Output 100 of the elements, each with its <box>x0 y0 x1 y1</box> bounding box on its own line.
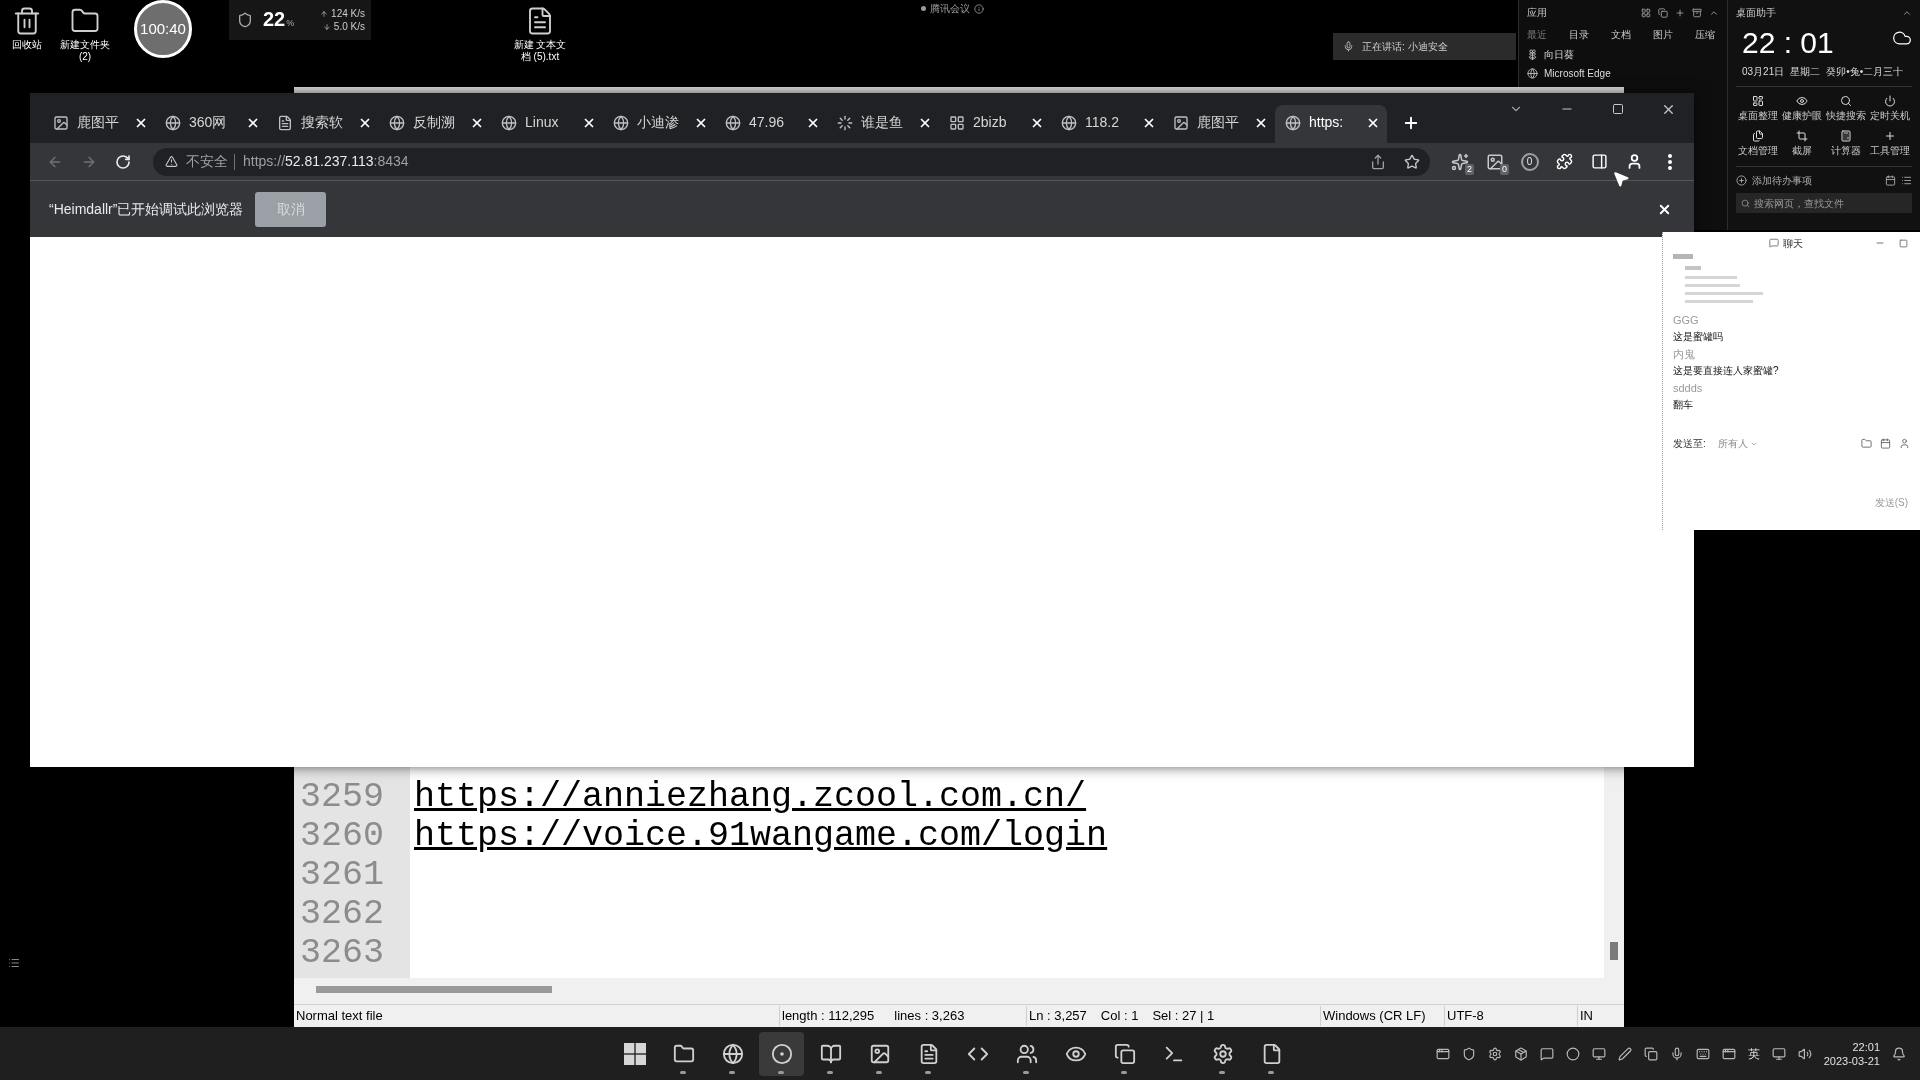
calculator-icon <box>1840 130 1852 142</box>
image-icon <box>1485 152 1504 171</box>
desktop-shortcut[interactable]: 新建文件夹 (2) <box>54 6 116 63</box>
tool-shortcut[interactable]: 桌面整理 <box>1736 95 1780 122</box>
panel-tab[interactable]: 图片 <box>1653 29 1673 41</box>
panel-tab[interactable]: 最近 <box>1527 29 1547 41</box>
tool-shortcut[interactable]: 工具管理 <box>1868 130 1912 157</box>
input-method-indicator[interactable]: 英 <box>1747 1044 1760 1063</box>
trash-icon <box>12 6 42 36</box>
copy-icon[interactable] <box>1658 7 1668 18</box>
globe-icon <box>1285 114 1301 131</box>
calendar-icon[interactable] <box>1880 438 1891 449</box>
notification-icon[interactable] <box>1892 1046 1906 1061</box>
archive-icon[interactable] <box>1692 7 1702 18</box>
app-list-item[interactable]: 向日葵 <box>1527 47 1719 62</box>
sender-name: GGG <box>1673 313 1700 328</box>
reload-icon <box>115 153 131 170</box>
tool-shortcut[interactable]: 健康护眼 <box>1780 95 1824 122</box>
grid-icon[interactable] <box>1641 7 1651 18</box>
message-text: 翻车 <box>1673 398 1694 412</box>
side-panel-icon <box>1591 153 1608 170</box>
share-icon[interactable] <box>1370 153 1386 170</box>
plus-icon <box>1402 114 1420 132</box>
list-icon[interactable] <box>1901 175 1912 186</box>
upload-speed: 124 K/s <box>331 7 365 20</box>
tool-shortcut[interactable]: 快捷搜索 <box>1824 95 1868 122</box>
image-icon <box>868 1042 891 1065</box>
line-number: 3260 <box>299 817 385 856</box>
shield-icon <box>1461 1046 1476 1061</box>
add-icon <box>1736 175 1747 186</box>
search-field[interactable]: 搜索网页，查找文件 <box>1736 193 1912 213</box>
extension-button[interactable]: 0 <box>1477 146 1512 177</box>
power-icon <box>1884 95 1896 107</box>
speaking-text: 正在讲话: 小迪安全 <box>1362 40 1448 54</box>
files-icon <box>1752 130 1764 142</box>
insert-mode-text: IN <box>1580 1008 1593 1024</box>
chat-icon <box>1768 238 1779 248</box>
lines-text: lines : 3,263 <box>894 1007 965 1026</box>
star-icon[interactable] <box>1404 153 1420 170</box>
scrollbar-thumb[interactable] <box>1610 942 1618 960</box>
globe-icon <box>725 114 741 131</box>
sparkles-icon <box>1450 152 1469 171</box>
line-ending-text: Windows (CR LF) <box>1323 1008 1426 1024</box>
browser-tab[interactable]: 118.2 <box>1051 105 1163 143</box>
file-type-text: Normal text file <box>296 1008 383 1024</box>
plus-icon[interactable] <box>1675 7 1685 18</box>
desktop-shortcut[interactable]: 新建 文本文档 (5).txt <box>511 6 569 63</box>
url-link[interactable]: https://voice.91wangame.com/login <box>414 817 1108 856</box>
panel-tab[interactable]: 文档 <box>1611 29 1631 41</box>
lunar-date-text: 癸卯•兔•二月三十 <box>1826 65 1904 79</box>
globe-icon <box>389 114 405 131</box>
tool-shortcut[interactable]: 截屏 <box>1780 130 1824 157</box>
browser-tab[interactable]: 小迪渗 <box>603 105 715 143</box>
keyboard-icon <box>1695 1046 1710 1061</box>
user-icon[interactable] <box>1899 438 1910 449</box>
browser-tab[interactable]: 360网 <box>155 105 267 143</box>
eye-icon <box>1796 95 1808 107</box>
maximize-icon[interactable] <box>1899 238 1908 248</box>
cpu-usage-value: 22 <box>263 9 286 30</box>
browser-tab[interactable]: 谁是鱼 <box>827 105 939 143</box>
weekday-text: 星期二 <box>1790 65 1821 79</box>
extension-button[interactable]: 0 <box>1512 146 1547 177</box>
panel-tab[interactable]: 目录 <box>1569 29 1589 41</box>
globe-icon <box>1527 68 1538 79</box>
address-bar[interactable]: 不安全 https://52.81.237.113:8434 <box>153 147 1430 176</box>
browser-tab[interactable]: 搜索软 <box>267 105 379 143</box>
browser-tab[interactable]: 鹿图平 <box>43 105 155 143</box>
tool-shortcut[interactable]: 文档管理 <box>1736 130 1780 157</box>
pen-icon <box>1617 1046 1632 1061</box>
browser-tab[interactable]: https: <box>1275 105 1387 143</box>
add-todo-link[interactable]: 添加待办事项 <box>1752 173 1812 188</box>
tool-shortcut[interactable]: 定时关机 <box>1868 95 1912 122</box>
extension-badge: 0 <box>1520 152 1539 171</box>
monitor-icon <box>1771 1046 1786 1061</box>
url-link[interactable]: https://anniezhang.zcool.com.cn/ <box>414 778 1087 817</box>
circle-dot-icon <box>770 1042 793 1065</box>
tool-shortcut[interactable]: 计算器 <box>1824 130 1868 157</box>
line-number: 3263 <box>299 934 385 973</box>
folder-icon[interactable] <box>1861 438 1872 449</box>
shield-icon <box>237 12 253 28</box>
panel-tab[interactable]: 压缩 <box>1695 29 1715 41</box>
browser-tab[interactable]: 鹿图平 <box>1163 105 1275 143</box>
line-number: 3259 <box>299 778 385 817</box>
browser-tab[interactable]: 2bizb <box>939 105 1051 143</box>
extension-button[interactable]: 2 <box>1442 146 1477 177</box>
browser-tab[interactable]: Linux <box>491 105 603 143</box>
recipient-dropdown[interactable]: 所有人 <box>1717 436 1758 451</box>
sender-name: sddds <box>1673 381 1704 396</box>
date-text: 03月21日 <box>1742 65 1785 79</box>
desktop-shortcut[interactable]: 回收站 <box>0 6 55 51</box>
scrollbar-thumb[interactable] <box>316 985 552 993</box>
browser-tab[interactable]: 反制溯 <box>379 105 491 143</box>
taskbar-app[interactable] <box>759 1031 804 1076</box>
list-icon[interactable] <box>8 957 20 969</box>
calendar-icon[interactable] <box>1885 175 1896 186</box>
message-icon <box>1539 1046 1554 1061</box>
system-clock[interactable]: 22:01 2023-03-21 <box>1823 1039 1880 1068</box>
browser-tab[interactable]: 47.96 <box>715 105 827 143</box>
app-list-item[interactable]: Microsoft Edge <box>1527 66 1719 81</box>
upload-arrow-icon <box>320 9 329 18</box>
